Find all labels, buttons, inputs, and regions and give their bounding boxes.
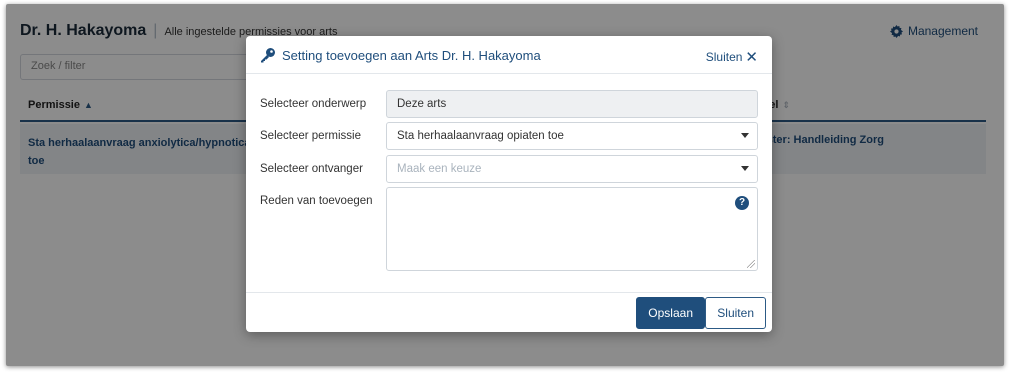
onderwerp-field: Deze arts — [386, 90, 758, 118]
form-row-permissie: Selecteer permissie Sta herhaalaanvraag … — [260, 122, 758, 150]
resize-handle[interactable] — [747, 260, 755, 268]
chevron-down-icon — [741, 133, 749, 138]
question-circle-icon[interactable]: ? — [735, 196, 749, 210]
permissie-label: Selecteer permissie — [260, 130, 361, 142]
ontvanger-label: Selecteer ontvanger — [260, 163, 363, 175]
modal-header: Setting toevoegen aan Arts Dr. H. Hakayo… — [246, 36, 772, 74]
form-row-ontvanger: Selecteer ontvanger Maak een keuze — [260, 155, 758, 183]
onderwerp-label: Selecteer onderwerp — [260, 98, 367, 110]
modal-title-text: Setting toevoegen aan Arts Dr. H. Hakayo… — [282, 47, 541, 63]
add-setting-modal: Setting toevoegen aan Arts Dr. H. Hakayo… — [246, 36, 772, 332]
reden-label: Reden van toevoegen — [260, 195, 373, 207]
modal-title: Setting toevoegen aan Arts Dr. H. Hakayo… — [260, 47, 541, 63]
save-button[interactable]: Opslaan — [636, 297, 705, 329]
permissie-select[interactable]: Sta herhaalaanvraag opiaten toe — [386, 122, 758, 150]
chevron-down-icon — [741, 166, 749, 171]
close-icon: ✕ — [745, 49, 758, 66]
reden-textarea[interactable]: ? — [386, 187, 758, 271]
app-window: Dr. H. Hakayoma | Alle ingestelde permis… — [6, 4, 1004, 366]
form-row-reden: Reden van toevoegen ? — [260, 187, 758, 271]
key-icon — [261, 48, 275, 63]
ontvanger-select[interactable]: Maak een keuze — [386, 155, 758, 183]
modal-close-button[interactable]: Sluiten ✕ — [706, 48, 758, 66]
modal-footer: Opslaan Sluiten — [246, 292, 772, 332]
modal-close-label: Sluiten — [705, 50, 743, 64]
close-button[interactable]: Sluiten — [705, 297, 766, 329]
ontvanger-placeholder: Maak een keuze — [397, 163, 482, 175]
form-row-onderwerp: Selecteer onderwerp Deze arts — [260, 90, 758, 118]
permissie-selected-value: Sta herhaalaanvraag opiaten toe — [397, 130, 564, 142]
